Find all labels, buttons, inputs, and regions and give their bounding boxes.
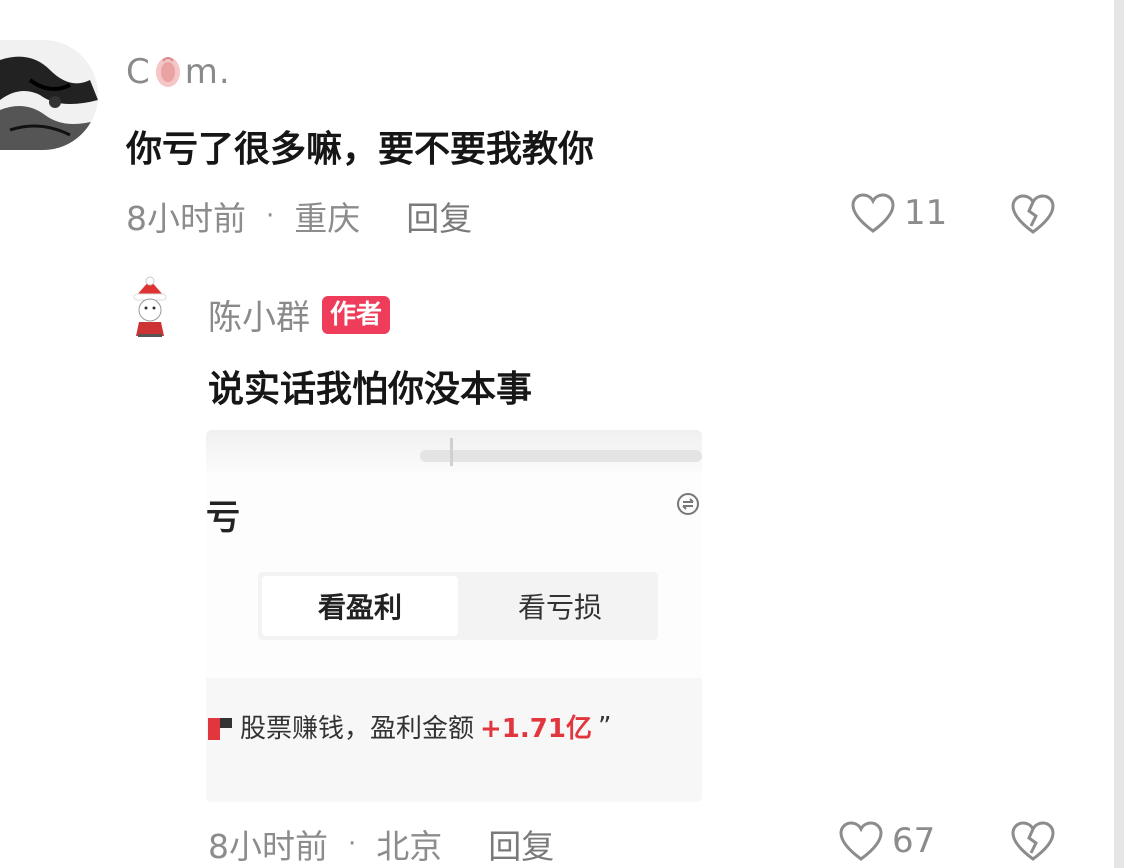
reply-reply-button[interactable]: 回复 bbox=[488, 820, 554, 868]
tab-profit[interactable]: 看盈利 bbox=[262, 576, 458, 636]
separator-dot: · bbox=[348, 829, 357, 859]
avatar[interactable] bbox=[0, 40, 98, 150]
heart-icon bbox=[851, 193, 895, 233]
reply-avatar[interactable] bbox=[124, 276, 176, 340]
comment-meta: 8小时前 · 重庆 回复 bbox=[126, 192, 472, 240]
reply-like-button[interactable]: 67 bbox=[838, 820, 935, 862]
separator-dot: · bbox=[266, 201, 275, 231]
reply-timestamp: 8小时前 bbox=[208, 827, 328, 866]
blurred-tick bbox=[450, 438, 453, 466]
reply-username-text: 陈小群 bbox=[208, 298, 310, 338]
reply-text: 说实话我怕你没本事 bbox=[208, 369, 533, 410]
broken-heart-icon[interactable] bbox=[1010, 193, 1056, 235]
timestamp: 8小时前 bbox=[126, 199, 246, 238]
like-button[interactable]: 11 bbox=[850, 192, 947, 234]
reply-like-count: 67 bbox=[892, 821, 936, 861]
comment-text: 你亏了很多嘛，要不要我教你 bbox=[126, 129, 595, 170]
swap-icon bbox=[677, 493, 699, 515]
attached-image[interactable]: 亏 看盈利 看亏损 股票赚钱，盈利金额 +1.71亿 ” bbox=[206, 430, 702, 802]
location: 重庆 bbox=[294, 199, 361, 238]
flag-icon bbox=[208, 717, 232, 740]
username[interactable]: C m. bbox=[126, 52, 231, 92]
profit-text: 股票赚钱，盈利金额 bbox=[240, 714, 475, 744]
scroll-edge bbox=[1114, 0, 1124, 868]
profit-loss-tabs: 看盈利 看亏损 bbox=[258, 572, 658, 640]
reply-username[interactable]: 陈小群 作者 bbox=[208, 290, 391, 339]
tab-loss[interactable]: 看亏损 bbox=[462, 572, 658, 640]
reply-button[interactable]: 回复 bbox=[406, 192, 472, 240]
username-end: m. bbox=[184, 52, 231, 92]
profit-quote: ” bbox=[597, 711, 612, 742]
profit-summary: 股票赚钱，盈利金额 +1.71亿 ” bbox=[206, 708, 702, 745]
author-badge: 作者 bbox=[322, 295, 391, 334]
heart-icon bbox=[839, 821, 883, 861]
like-count: 11 bbox=[904, 193, 948, 233]
username-start: C bbox=[126, 52, 151, 92]
comment-thread: C m. 你亏了很多嘛，要不要我教你 8小时前 · 重庆 回复 11 陈小群 作… bbox=[0, 0, 1124, 868]
image-topbar bbox=[206, 430, 702, 472]
profit-amount: +1.71亿 bbox=[480, 714, 592, 744]
reply-meta: 8小时前 · 北京 回复 bbox=[208, 820, 554, 868]
blurred-bar bbox=[420, 450, 702, 462]
partial-title: 亏 bbox=[206, 498, 240, 538]
flower-emoji-icon bbox=[155, 55, 181, 89]
reply-location: 北京 bbox=[376, 827, 443, 866]
broken-heart-icon[interactable] bbox=[1010, 820, 1056, 862]
